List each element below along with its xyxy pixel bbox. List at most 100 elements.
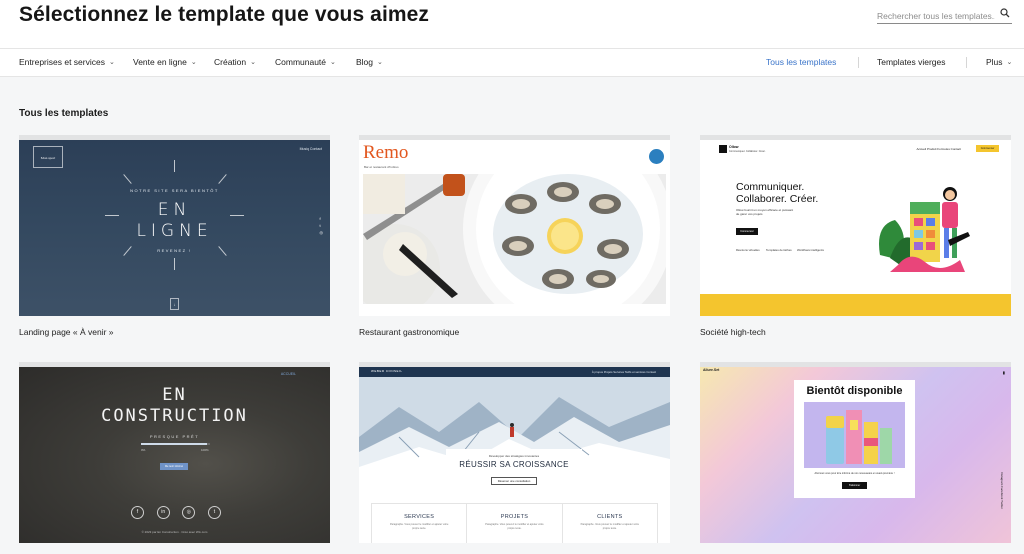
- preview-feature: Templates de tâches: [766, 248, 792, 252]
- nav-creation[interactable]: Création ⌄: [214, 49, 256, 76]
- preview-column: SERVICES Paragraphe. Vous pouvez le modi…: [372, 504, 468, 543]
- preview-brand: Allure.Set: [703, 368, 720, 372]
- template-card[interactable]: WEBER CONSEIL À propos Projets Services …: [359, 362, 670, 543]
- nav-label: Blog: [356, 57, 374, 67]
- preview-links: À propos Projets Services Tarifs et serv…: [591, 370, 656, 374]
- preview-tagline: Bar et restaurant d'huîtres: [364, 165, 399, 169]
- template-card[interactable]: ACCUEIL EN CONSTRUCTION PRESQUE PRÊT 0% …: [19, 362, 330, 543]
- preview-nav: Musiq Contact: [299, 147, 322, 151]
- template-card[interactable]: Ollow Communiquer. Collaborer. Créer. Ac…: [700, 135, 1011, 337]
- illustration: [879, 187, 970, 272]
- preview-cta: Commencer: [976, 145, 999, 152]
- oysters-photo: [363, 174, 666, 304]
- template-preview[interactable]: Remo Bar et restaurant d'huîtres: [359, 135, 670, 316]
- chevron-down-icon: ⌄: [1006, 59, 1013, 66]
- preview-button: Commencer: [736, 228, 758, 235]
- preview-subtext: Ollow fournit un moyen efficace et puiss…: [736, 208, 794, 216]
- column-title: CLIENTS: [597, 514, 623, 520]
- preview-social-links: Instagram Facebook Twitter: [1000, 472, 1004, 509]
- nav-communaute[interactable]: Communauté ⌄: [275, 49, 336, 76]
- progress-start: 0%: [141, 448, 146, 452]
- progress-end: 100%: [201, 448, 209, 452]
- template-card[interactable]: Remo Bar et restaurant d'huîtres Restaur…: [359, 135, 670, 337]
- preview-small: Développer des stratégies innovantes: [488, 454, 540, 458]
- facebook-icon: f: [131, 506, 144, 519]
- preview-nav: ACCUEIL: [280, 372, 296, 376]
- preview-feature: Réunions virtuelles: [736, 248, 760, 252]
- preview-column: CLIENTS Paragraphe. Vous pouvez le modif…: [563, 504, 657, 543]
- preview-logo: Ollow: [729, 145, 739, 149]
- nav-divider: [966, 57, 967, 68]
- preview-notify-button: Me tenir informé: [160, 463, 188, 470]
- chevron-down-icon: ⌄: [108, 59, 115, 66]
- column-text: Paragraphe. Vous pouvez le modifier et a…: [389, 523, 449, 530]
- preview-status: PRESQUE PRÊT: [149, 434, 200, 439]
- preview-headline: Bientôt disponible: [806, 385, 903, 397]
- social-icons: f t ◎: [319, 216, 324, 235]
- column-text: Paragraphe. Vous pouvez le modifier et a…: [580, 523, 639, 530]
- menu-icon: [649, 149, 664, 164]
- preview-subtitle: NOTRE SITE SERA BIENTÔT: [130, 188, 219, 193]
- category-nav: Entreprises et services ⌄ Vente en ligne ⌄…: [0, 48, 1024, 77]
- page-title: Sélectionnez le template que vous aimez: [19, 3, 430, 26]
- preview-title-line1: EN: [157, 200, 192, 220]
- nav-label: Vente en ligne: [133, 57, 187, 67]
- column-title: PROJETS: [500, 514, 529, 520]
- preview-columns: SERVICES Paragraphe. Vous pouvez le modi…: [371, 503, 658, 543]
- nav-vente[interactable]: Vente en ligne ⌄: [133, 49, 197, 76]
- chevron-down-icon: ⌄: [377, 59, 383, 66]
- preview-headline-1: Communiquer.: [736, 181, 805, 193]
- search-box[interactable]: [877, 6, 1012, 24]
- tab-label: Tous les templates: [766, 57, 837, 67]
- nav-entreprises[interactable]: Entreprises et services ⌄: [19, 49, 115, 76]
- template-preview[interactable]: Mon sport Musiq Contact NOTRE SITE SERA …: [19, 135, 330, 316]
- social-icons: f in ◎ t: [131, 506, 221, 519]
- template-preview[interactable]: Allure.Set ▮ Bientôt disponible Abonnez-…: [700, 362, 1011, 543]
- preview-footer: © 2023 par En Construction · Créé avec W…: [141, 530, 208, 534]
- preview-subtitle-bottom: REVENEZ !: [157, 248, 192, 253]
- preview-title-line2: LIGNE: [136, 221, 213, 241]
- chevron-down-icon: ⌄: [250, 59, 257, 66]
- nav-label: Communauté: [275, 57, 327, 67]
- preview-brand: WEBER CONSEIL: [371, 369, 403, 373]
- preview-logo-sub: Communiquer. Collaborer. Créer.: [729, 150, 766, 153]
- preview-feature: Workflows intelligents: [797, 248, 824, 252]
- product-photo: [804, 402, 905, 468]
- preview-footer-bar: [700, 294, 1011, 316]
- template-name[interactable]: Landing page « À venir »: [19, 327, 330, 337]
- templates-area: Tous les templates Mon sport Musiq Conta…: [0, 77, 1024, 554]
- nav-more[interactable]: Plus ⌄: [986, 49, 1012, 76]
- twitter-icon: t: [207, 506, 221, 519]
- preview-card: Bientôt disponible Abonnez-vous pour êtr…: [794, 380, 915, 498]
- tab-blank-templates[interactable]: Templates vierges: [877, 49, 946, 76]
- column-title: SERVICES: [404, 514, 435, 520]
- preview-title-line2: CONSTRUCTION: [101, 406, 248, 426]
- preview-navbar: WEBER CONSEIL À propos Projets Services …: [359, 367, 670, 377]
- template-name[interactable]: Société high-tech: [700, 327, 1011, 337]
- template-name[interactable]: Restaurant gastronomique: [359, 327, 670, 337]
- tab-label: Plus: [986, 57, 1003, 67]
- preview-brand: Remo: [363, 142, 409, 163]
- scroll-down-icon: ↓: [170, 298, 179, 310]
- search-icon[interactable]: [1000, 8, 1010, 18]
- preview-text: Abonnez-vous pour être informé de nos no…: [814, 472, 895, 475]
- progress-bar: [141, 443, 210, 445]
- preview-links: Accueil Produit Formules Contact: [916, 147, 961, 151]
- preview-headline: Communiquer. Collaborer. Créer.: [736, 181, 818, 205]
- search-input[interactable]: [877, 8, 995, 24]
- template-preview[interactable]: ACCUEIL EN CONSTRUCTION PRESQUE PRÊT 0% …: [19, 362, 330, 543]
- preview-column: PROJETS Paragraphe. Vous pouvez le modif…: [467, 504, 563, 543]
- nav-divider: [858, 57, 859, 68]
- section-title: Tous les templates: [19, 108, 109, 119]
- template-preview[interactable]: WEBER CONSEIL À propos Projets Services …: [359, 362, 670, 543]
- chevron-down-icon: ⌄: [190, 59, 197, 66]
- preview-button: S'abonner: [842, 482, 867, 489]
- progress-fill: [141, 443, 207, 445]
- column-text: Paragraphe. Vous pouvez le modifier et a…: [485, 523, 544, 530]
- template-card[interactable]: Allure.Set ▮ Bientôt disponible Abonnez-…: [700, 362, 1011, 543]
- preview-title-line1: EN: [162, 385, 187, 405]
- tab-all-templates[interactable]: Tous les templates: [766, 49, 836, 76]
- template-card[interactable]: Mon sport Musiq Contact NOTRE SITE SERA …: [19, 135, 330, 337]
- template-preview[interactable]: Ollow Communiquer. Collaborer. Créer. Ac…: [700, 135, 1011, 316]
- nav-blog[interactable]: Blog ⌄: [356, 49, 383, 76]
